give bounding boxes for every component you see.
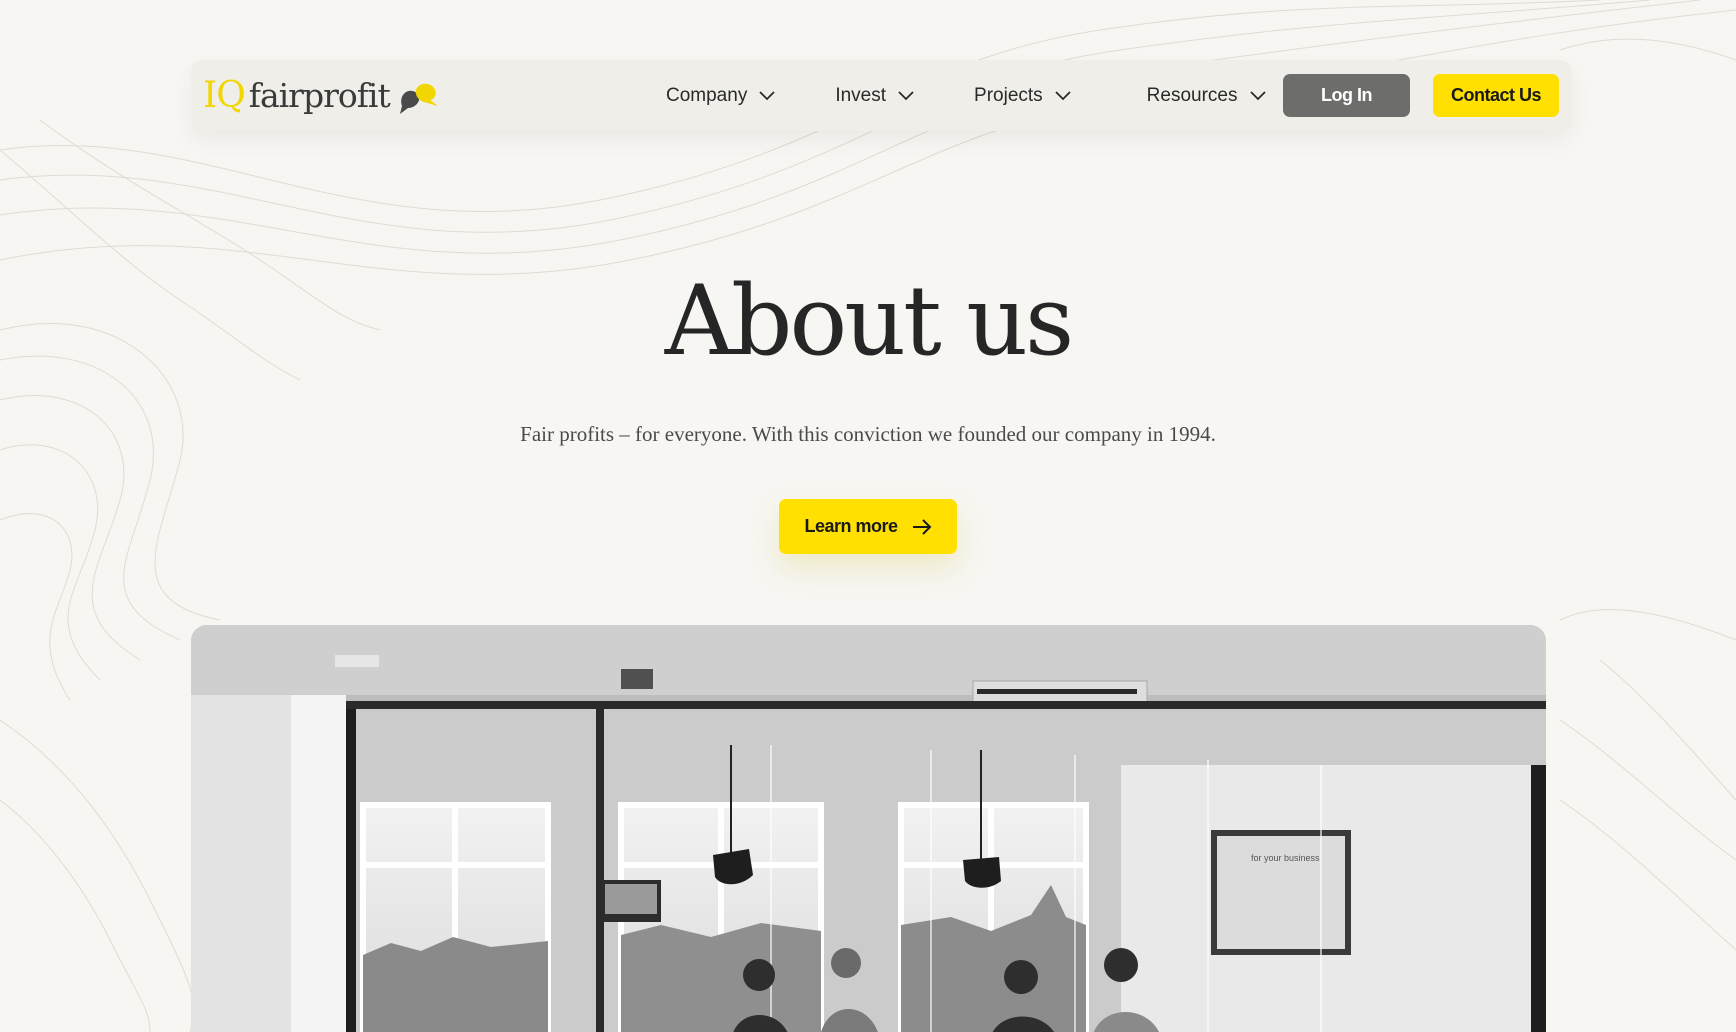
chevron-down-icon xyxy=(1055,90,1071,100)
hero-subtitle: Fair profits – for everyone. With this c… xyxy=(520,422,1216,446)
meeting-room-illustration: for your business xyxy=(191,625,1546,1032)
learn-more-button[interactable]: Learn more xyxy=(779,499,957,554)
contact-us-button[interactable]: Contact Us xyxy=(1433,74,1559,117)
chevron-down-icon xyxy=(759,90,775,100)
menu-item-company[interactable]: Company xyxy=(666,85,775,107)
main-menu: Company Invest Projects Resources xyxy=(666,60,1266,131)
learn-more-label: Learn more xyxy=(804,516,898,536)
menu-item-label: Invest xyxy=(835,84,887,106)
speech-bubbles-icon xyxy=(399,83,438,114)
login-button[interactable]: Log In xyxy=(1283,74,1410,117)
logo-wordmark: fairprofit xyxy=(248,75,391,115)
menu-item-label: Projects xyxy=(974,84,1043,106)
fairprofit-logo[interactable]: IQ fairprofit xyxy=(203,70,440,120)
menu-item-label: Company xyxy=(666,84,748,106)
chevron-down-icon xyxy=(1249,90,1266,100)
menu-item-label: Resources xyxy=(1146,84,1238,106)
menu-item-resources[interactable]: Resources xyxy=(1147,85,1266,107)
top-navigation-bar: IQ fairprofit Company Invest Projects Re… xyxy=(191,60,1572,131)
menu-item-invest[interactable]: Invest xyxy=(835,85,914,107)
chevron-down-icon xyxy=(898,90,914,100)
tv-screen-text: for your business xyxy=(1251,853,1320,863)
menu-item-projects[interactable]: Projects xyxy=(974,85,1071,107)
page-title: About us xyxy=(664,265,1075,377)
logo-iq-text: IQ xyxy=(203,74,246,116)
arrow-right-icon xyxy=(912,518,931,535)
office-meeting-photo: for your business xyxy=(191,625,1546,1032)
